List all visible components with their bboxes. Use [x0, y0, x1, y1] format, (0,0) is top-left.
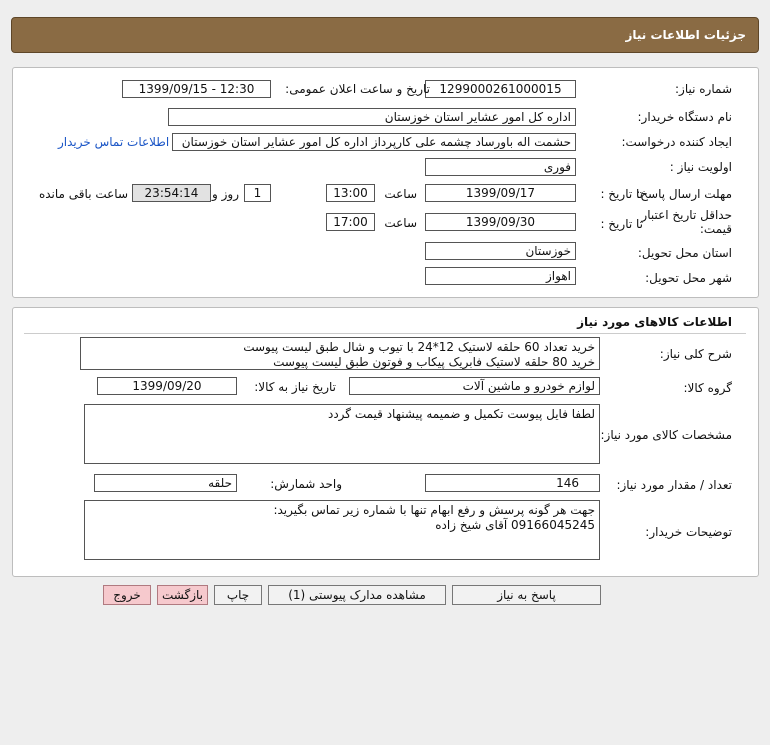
specs-text: لطفا فایل پیوست تکمیل و ضمیمه پیشنهاد قی…	[327, 407, 595, 421]
quantity-label: تعداد / مقدار مورد نیاز:	[616, 478, 732, 492]
unit-field: حلقه	[94, 474, 237, 492]
view-attachments-button[interactable]: مشاهده مدارک پیوستی (1)	[268, 585, 446, 605]
description-label: شرح کلی نیاز:	[659, 347, 732, 361]
buyer-notes-line-1: جهت هر گونه پرسش و رفع ابهام تنها با شما…	[273, 503, 595, 517]
reply-to-need-button[interactable]: پاسخ به نیاز	[452, 585, 601, 605]
need-info-panel	[12, 67, 759, 298]
deadline-time-field: 13:00	[326, 184, 375, 202]
print-button[interactable]: چاپ	[214, 585, 262, 605]
remaining-time-field: 23:54:14	[132, 184, 211, 202]
deadline-to-date-label: تا تاریخ :	[600, 187, 643, 201]
validity-time-label: ساعت	[384, 216, 417, 230]
goods-group-label: گروه کالا:	[683, 381, 733, 395]
city-label: شهر محل تحویل:	[645, 271, 732, 285]
city-field: اهواز	[425, 267, 576, 285]
buyer-notes-label: توضیحات خریدار:	[645, 525, 732, 539]
goods-section-divider	[24, 333, 746, 334]
specs-field: لطفا فایل پیوست تکمیل و ضمیمه پیشنهاد قی…	[84, 404, 600, 464]
priority-field: فوری	[425, 158, 576, 176]
need-date-field: 1399/09/20	[97, 377, 237, 395]
remaining-time-label: ساعت باقی مانده	[38, 187, 128, 201]
need-number-label: شماره نیاز:	[675, 82, 732, 96]
validity-label: حداقل تاریخ اعتبار قیمت:	[641, 208, 732, 236]
description-line-1: خرید تعداد 60 حلقه لاستیک 12*24 با تیوب …	[243, 340, 595, 354]
days-label: روز و	[212, 187, 239, 201]
quantity-field: 146	[425, 474, 600, 492]
unit-label: واحد شمارش:	[270, 477, 342, 491]
buyer-org-field: اداره کل امور عشایر استان خوزستان	[168, 108, 576, 126]
specs-label: مشخصات کالای مورد نیاز:	[600, 428, 732, 442]
priority-label: اولویت نیاز :	[669, 160, 732, 174]
description-field: خرید تعداد 60 حلقه لاستیک 12*24 با تیوب …	[80, 337, 600, 370]
deadline-label: مهلت ارسال پاسخ:	[636, 187, 732, 201]
deadline-date-field: 1399/09/17	[425, 184, 576, 202]
buyer-notes-line-2: 09166045245 آقای شیخ زاده	[435, 518, 595, 532]
requester-label: ایجاد کننده درخواست:	[621, 135, 732, 149]
days-remaining-field: 1	[244, 184, 271, 202]
announce-datetime-field: 1399/09/15 - 12:30	[122, 80, 271, 98]
page-header: جزئیات اطلاعات نیاز	[11, 17, 759, 53]
validity-date-field: 1399/09/30	[425, 213, 576, 231]
buyer-org-label: نام دستگاه خریدار:	[637, 110, 733, 124]
need-date-label: تاریخ نیاز به کالا:	[254, 380, 336, 394]
validity-time-field: 17:00	[326, 213, 375, 231]
buyer-contact-link[interactable]: اطلاعات تماس خریدار	[58, 135, 169, 149]
goods-group-field: لوازم خودرو و ماشین آلات	[349, 377, 600, 395]
deadline-time-label: ساعت	[384, 187, 417, 201]
need-number-field: 1299000261000015	[425, 80, 576, 98]
announce-label: تاریخ و ساعت اعلان عمومی:	[285, 82, 430, 96]
back-button[interactable]: بازگشت	[157, 585, 208, 605]
goods-section-title: اطلاعات کالاهای مورد نیاز	[577, 315, 732, 329]
province-label: استان محل تحویل:	[637, 246, 732, 260]
page-title: جزئیات اطلاعات نیاز	[625, 28, 746, 42]
province-field: خوزستان	[425, 242, 576, 260]
description-line-2: خرید 80 حلقه لاستیک فابریک پیکاب و فوتون…	[273, 355, 595, 369]
exit-button[interactable]: خروج	[103, 585, 151, 605]
validity-to-date-label: تا تاریخ :	[600, 217, 643, 231]
requester-field: حشمت اله باورساد چشمه علی کارپرداز اداره…	[172, 133, 576, 151]
buyer-notes-field: جهت هر گونه پرسش و رفع ابهام تنها با شما…	[84, 500, 600, 560]
